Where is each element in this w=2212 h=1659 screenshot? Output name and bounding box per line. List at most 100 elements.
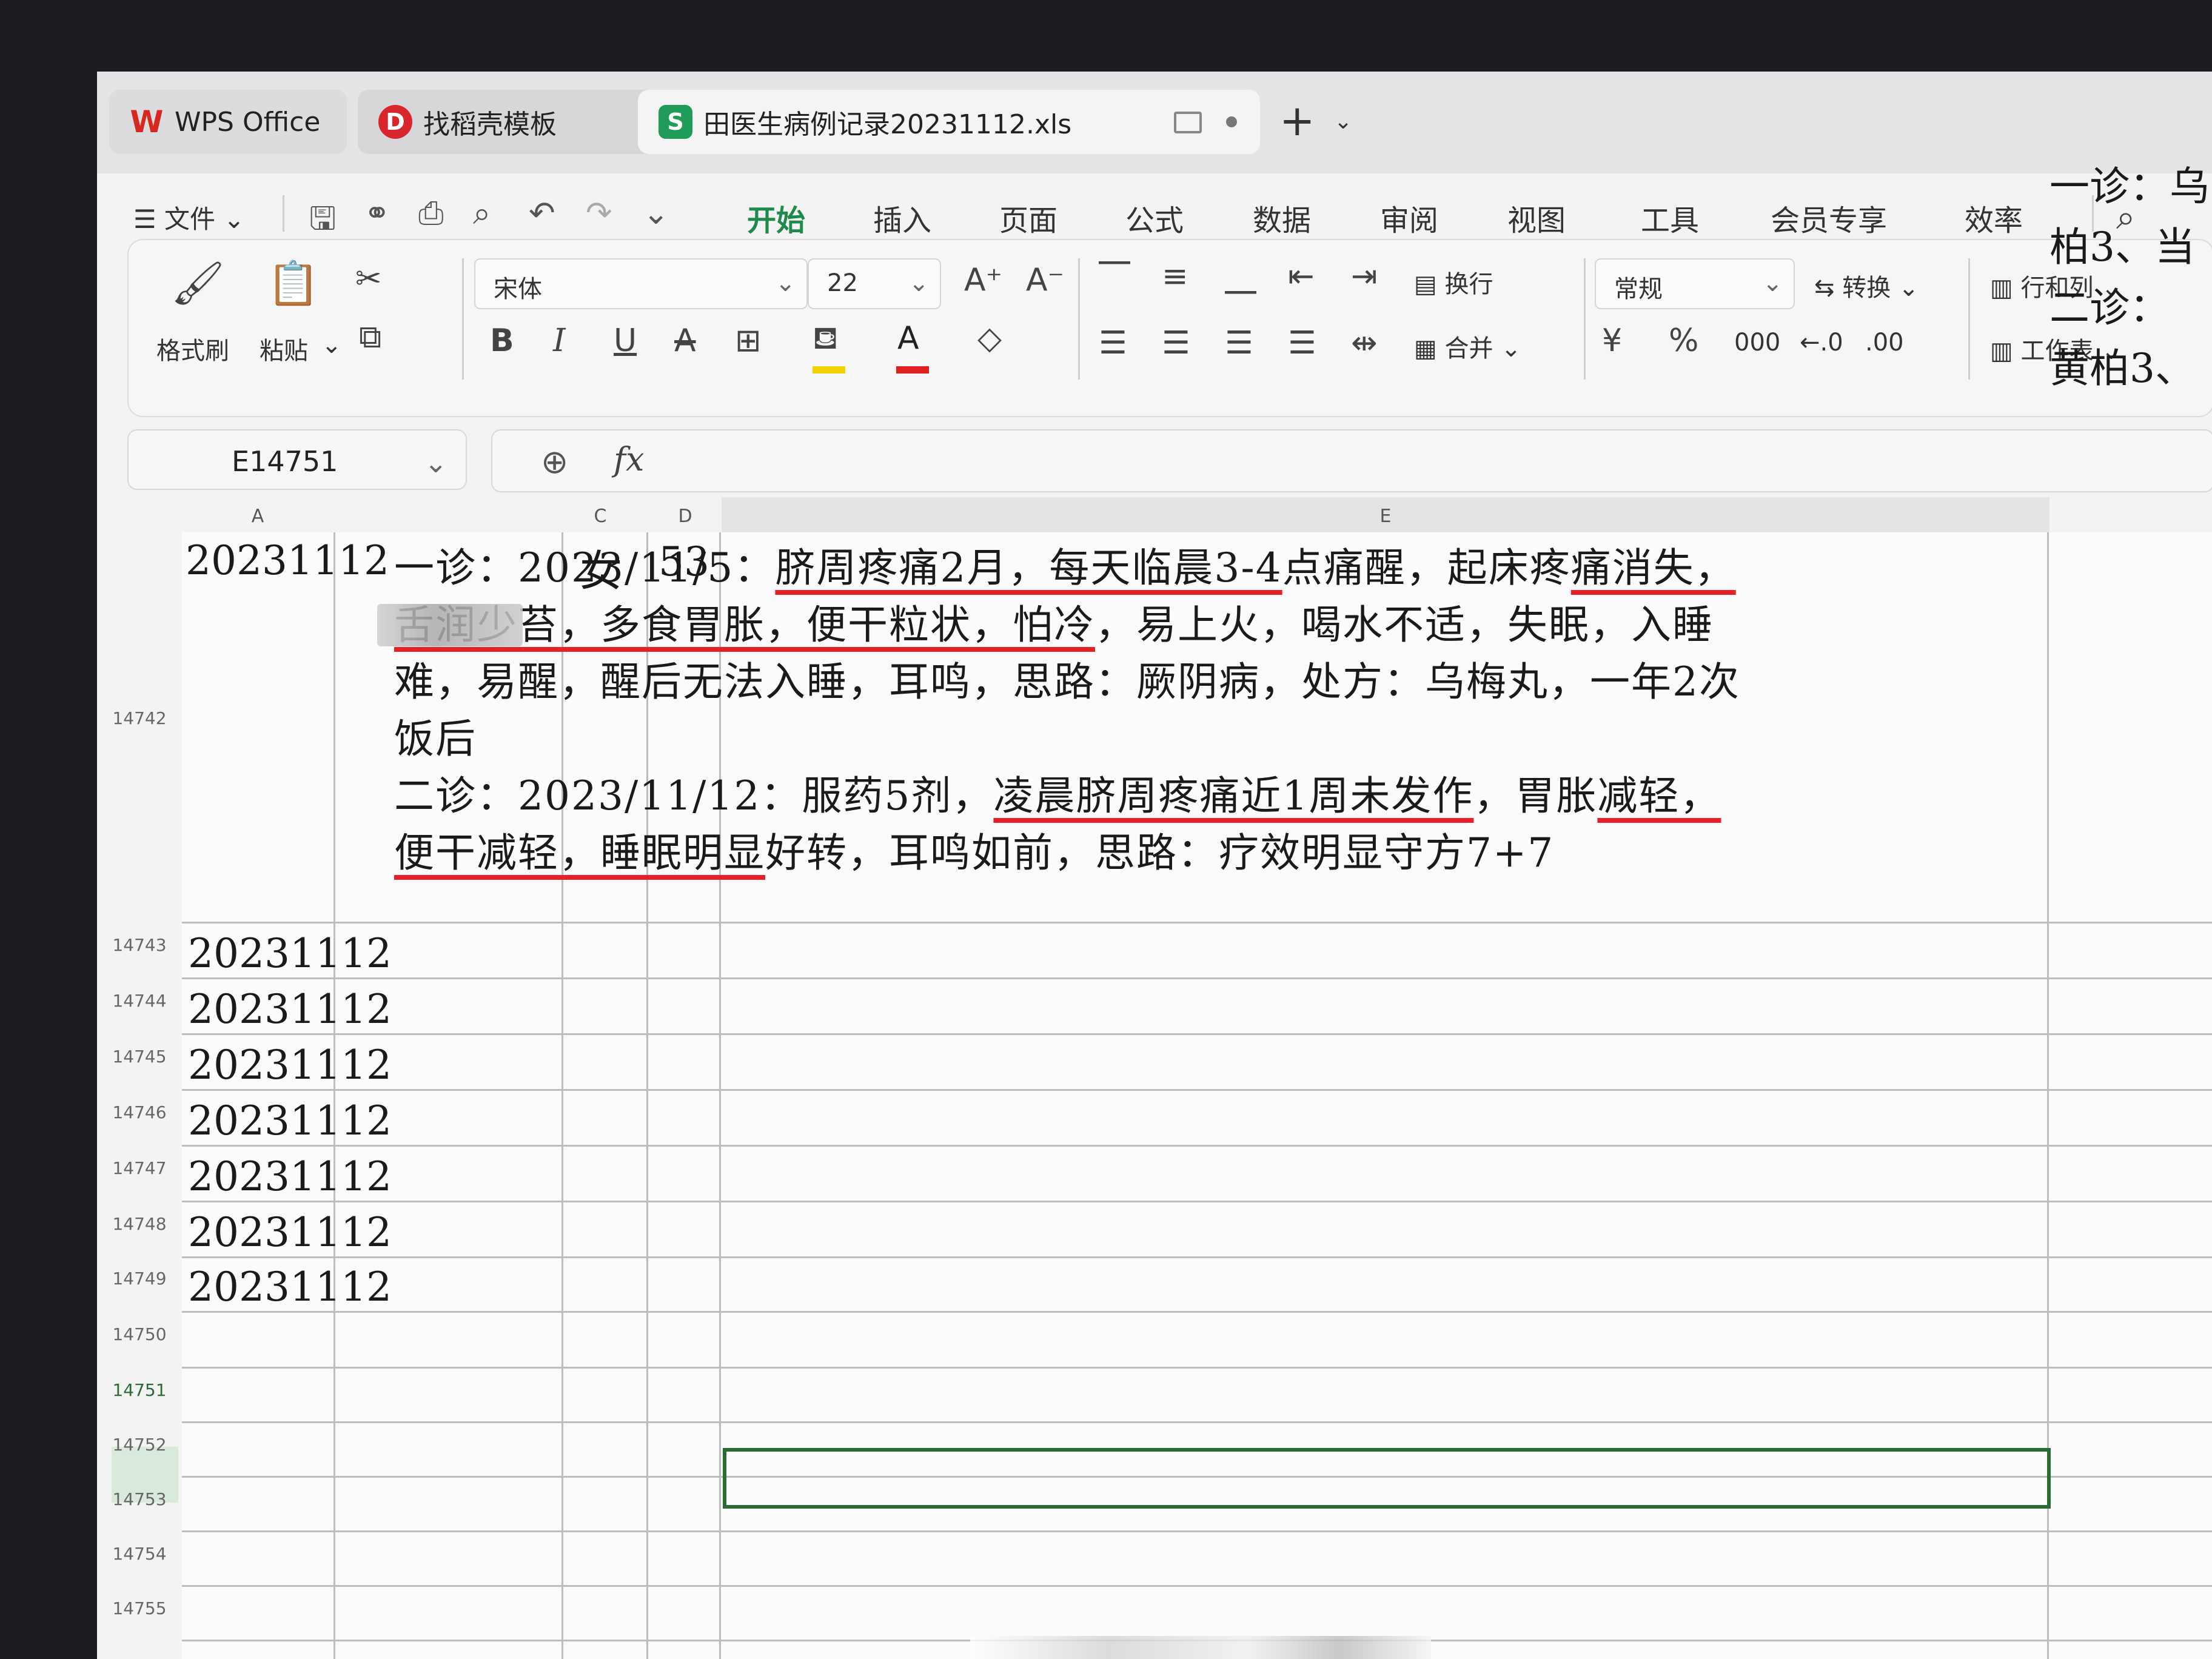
row-header[interactable]: 14747 <box>112 1158 167 1178</box>
thousands-separator-icon[interactable]: 000 <box>1734 329 1780 357</box>
increase-font-icon[interactable]: A⁺ <box>964 262 1002 298</box>
date-cell[interactable]: 20231112 <box>188 1264 392 1310</box>
chevron-down-icon[interactable]: ⌄ <box>643 195 669 232</box>
column-header-e[interactable]: E <box>722 497 2049 536</box>
row-header[interactable]: 14754 <box>112 1544 167 1564</box>
align-middle-icon[interactable]: ≡ <box>1162 258 1188 295</box>
tab-tools[interactable]: 工具 <box>1641 196 1699 239</box>
font-size-select[interactable]: 22 ⌄ <box>808 258 941 309</box>
monitor-icon[interactable] <box>1174 112 1202 133</box>
column-header-a[interactable]: A <box>182 497 333 536</box>
tab-view[interactable]: 视图 <box>1507 196 1566 239</box>
row-header[interactable]: 14750 <box>112 1324 167 1344</box>
tab-spreadsheet-file[interactable]: S 田医生病例记录20231112.xls <box>638 90 1260 154</box>
fill-color-icon[interactable]: ⛾ <box>813 320 838 361</box>
row-header[interactable]: 14753 <box>112 1489 167 1509</box>
justify-icon[interactable]: ☰ <box>1288 325 1316 361</box>
copy-icon[interactable]: ⧉ <box>359 319 381 356</box>
format-painter-button[interactable]: 格式刷 <box>156 331 229 366</box>
decrease-decimal-icon[interactable]: .00 <box>1865 329 1904 357</box>
date-cell[interactable]: 20231112 <box>188 1209 392 1256</box>
tab-data[interactable]: 数据 <box>1253 196 1311 239</box>
date-cell[interactable]: 20231112 <box>186 537 389 584</box>
name-box[interactable]: E14751 ⌄ <box>127 429 467 490</box>
underline-button[interactable]: U <box>614 323 637 359</box>
tab-member[interactable]: 会员专享 <box>1771 196 1887 239</box>
font-size-value: 22 <box>827 269 858 297</box>
unsaved-dot-icon[interactable] <box>1226 116 1237 127</box>
tab-formula[interactable]: 公式 <box>1125 196 1184 239</box>
tab-review[interactable]: 审阅 <box>1380 196 1438 239</box>
align-right-icon[interactable]: ☰ <box>1225 325 1253 361</box>
next-column-record[interactable]: 一诊：乌 柏3、当 二诊： 黄柏3、 <box>2049 156 2210 399</box>
merge-cells-button[interactable]: ▦ 合并 ⌄ <box>1414 329 1521 364</box>
decrease-font-icon[interactable]: A⁻ <box>1026 262 1064 298</box>
formula-input[interactable]: ⊕ fx <box>491 429 2212 492</box>
share-link-icon[interactable]: ⚭ <box>364 195 390 232</box>
tab-insert[interactable]: 插入 <box>873 196 931 239</box>
ribbon-toolbar: 🖌 格式刷 📋 粘贴 ⌄ ✂ ⧉ 宋体 ⌄ 22 ⌄ A⁺ A⁻ B I U A… <box>127 239 2212 417</box>
align-center-icon[interactable]: ☰ <box>1162 325 1190 361</box>
align-left-icon[interactable]: ☰ <box>1099 325 1127 361</box>
row-header[interactable]: 14749 <box>112 1269 167 1289</box>
font-color-icon[interactable]: A <box>897 320 919 357</box>
row-header[interactable]: 14755 <box>112 1598 167 1618</box>
increase-decimal-icon[interactable]: ←.0 <box>1800 329 1843 357</box>
new-tab-button[interactable]: + <box>1279 96 1315 146</box>
format-painter-icon[interactable]: 🖌 <box>171 258 225 309</box>
date-cell[interactable]: 20231112 <box>188 930 392 977</box>
tab-home[interactable]: 开始 <box>747 196 806 249</box>
bold-button[interactable]: B <box>490 323 514 359</box>
zoom-icon[interactable]: ⊕ <box>541 443 568 481</box>
date-cell[interactable]: 20231112 <box>188 986 392 1033</box>
file-menu-button[interactable]: ☰ 文件 ⌄ <box>133 199 245 236</box>
medical-record-cell[interactable]: 一诊：2023/11/5：脐周疼痛2月，每天临晨3-4点痛醒，起床疼痛消失，舌润… <box>394 540 1740 882</box>
convert-button[interactable]: ⇆ 转换 ⌄ <box>1814 268 1919 303</box>
strikethrough-icon[interactable]: A <box>674 323 696 359</box>
tab-page[interactable]: 页面 <box>999 196 1057 239</box>
cut-icon[interactable]: ✂ <box>355 261 382 297</box>
row-header[interactable]: 14744 <box>112 991 167 1011</box>
convert-label: 转换 <box>1842 274 1891 302</box>
divider <box>1078 258 1080 380</box>
column-header-c[interactable]: C <box>564 497 637 536</box>
chevron-down-icon[interactable]: ⌄ <box>1334 109 1352 134</box>
undo-icon[interactable]: ↶ <box>529 195 555 232</box>
align-top-icon[interactable]: ⎺ <box>1099 258 1130 295</box>
border-icon[interactable]: ⊞ <box>735 323 762 359</box>
date-cell[interactable]: 20231112 <box>188 1153 392 1200</box>
decrease-indent-icon[interactable]: ⇤ <box>1288 258 1315 295</box>
row-header[interactable]: 14742 <box>112 708 167 728</box>
row-header[interactable]: 14752 <box>112 1435 167 1455</box>
number-format-select[interactable]: 常规 ⌄ <box>1595 258 1795 309</box>
paste-button[interactable]: 粘贴 <box>260 331 308 366</box>
row-header[interactable]: 14748 <box>112 1214 167 1234</box>
chevron-down-icon[interactable]: ⌄ <box>321 331 342 359</box>
row-header[interactable]: 14743 <box>112 935 167 955</box>
row-header[interactable]: 14745 <box>112 1047 167 1067</box>
increase-indent-icon[interactable]: ⇥ <box>1351 258 1378 295</box>
font-name-select[interactable]: 宋体 ⌄ <box>474 258 808 309</box>
file-menu-label: 文件 <box>164 204 216 234</box>
redacted-name-cell[interactable] <box>377 604 523 646</box>
date-cell[interactable]: 20231112 <box>188 1098 392 1144</box>
wrap-text-button[interactable]: ▤ 换行 <box>1414 264 1493 300</box>
tab-efficiency[interactable]: 效率 <box>1965 196 2023 239</box>
fx-icon[interactable]: fx <box>614 440 644 478</box>
print-preview-icon[interactable]: ⌕ <box>473 195 491 232</box>
percent-button[interactable]: % <box>1669 323 1698 359</box>
selected-cell-e14751[interactable] <box>723 1448 2051 1509</box>
distribute-icon[interactable]: ⇹ <box>1351 325 1378 361</box>
tab-wps-office[interactable]: W WPS Office <box>109 90 347 154</box>
clear-format-icon[interactable]: ◇ <box>977 320 1002 357</box>
row-header-selected[interactable]: 14751 <box>112 1380 167 1400</box>
row-header[interactable]: 14746 <box>112 1102 167 1122</box>
date-cell[interactable]: 20231112 <box>188 1042 392 1088</box>
column-header-d[interactable]: D <box>649 497 722 536</box>
align-bottom-icon[interactable]: ⎽ <box>1225 258 1256 295</box>
paste-icon[interactable]: 📋 <box>267 258 320 309</box>
italic-button[interactable]: I <box>553 323 566 359</box>
print-icon[interactable]: ⎙ <box>418 195 444 232</box>
redo-icon[interactable]: ↷ <box>586 195 612 232</box>
currency-button[interactable]: ¥ <box>1602 323 1622 359</box>
